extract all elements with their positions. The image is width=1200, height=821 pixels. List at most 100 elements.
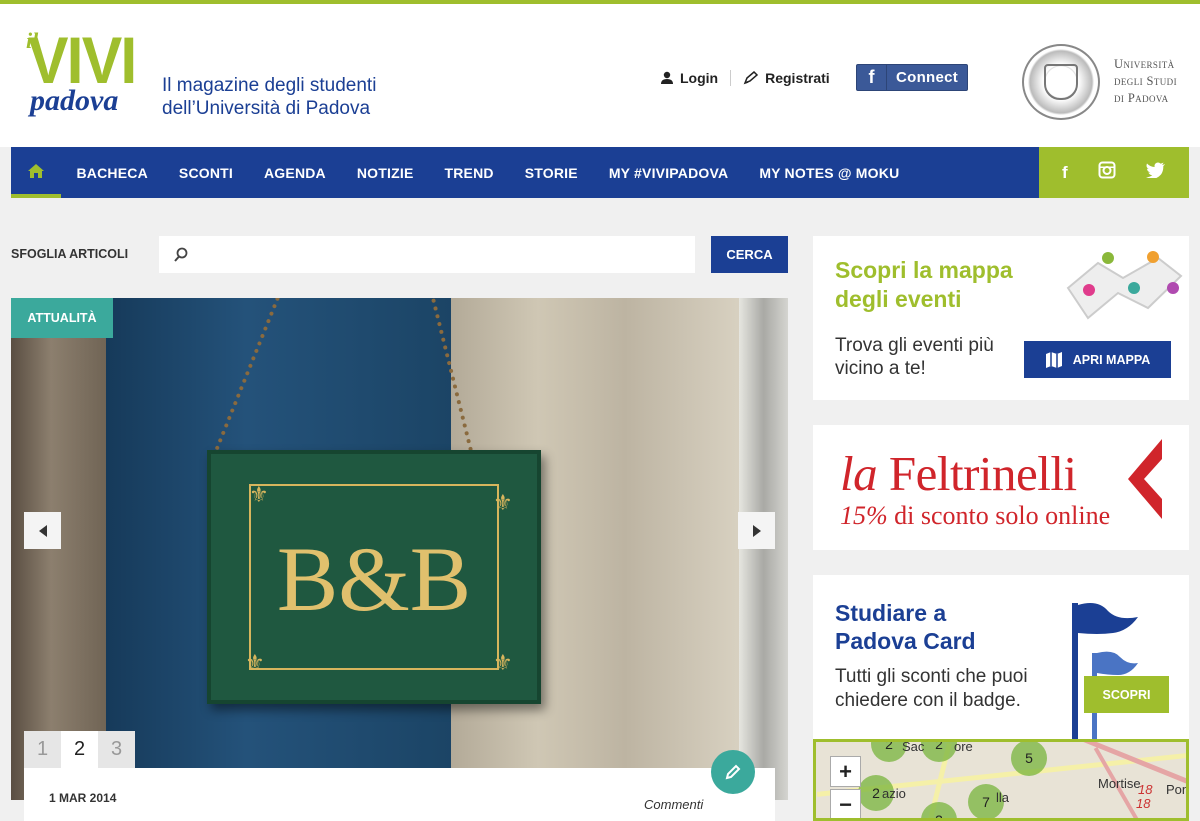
padova-card-title-line-1: Studiare a bbox=[835, 600, 947, 626]
user-links: Login Registrati bbox=[660, 70, 830, 86]
slider-pager: 1 2 3 bbox=[24, 731, 135, 768]
feltrinelli-promo-text: di sconto solo online bbox=[894, 501, 1111, 530]
map-cluster[interactable]: 5 bbox=[1011, 742, 1047, 776]
home-button[interactable] bbox=[11, 147, 61, 198]
padova-card-title: Studiare a Padova Card bbox=[835, 599, 976, 655]
map-label: ore bbox=[954, 739, 973, 754]
events-map[interactable]: 2 2 5 2 7 3 Sac ore Mortise azio lla 18 … bbox=[813, 739, 1189, 821]
feltrinelli-banner[interactable]: la Feltrinelli 15% di sconto solo online bbox=[813, 425, 1189, 550]
home-icon bbox=[28, 163, 44, 178]
arrow-left-icon bbox=[38, 524, 47, 537]
slider-prev-button[interactable] bbox=[24, 512, 61, 549]
hero-sign-text: B&B bbox=[276, 528, 472, 630]
events-map-subtitle: Trova gli eventi più vicino a te! bbox=[835, 335, 994, 379]
map-label: Pon bbox=[1166, 782, 1189, 797]
instagram-icon[interactable] bbox=[1098, 161, 1116, 184]
open-map-button[interactable]: APRI MAPPA bbox=[1024, 341, 1171, 378]
university-seal[interactable] bbox=[1022, 44, 1100, 120]
open-map-label: APRI MAPPA bbox=[1072, 352, 1151, 367]
nav-item-storie[interactable]: STORIE bbox=[509, 165, 593, 181]
university-line-2: degli Studi bbox=[1114, 74, 1177, 88]
slider-next-button[interactable] bbox=[738, 512, 775, 549]
search-box bbox=[159, 236, 695, 273]
events-map-panel: Scopri la mappa degli eventi Trova gli e… bbox=[813, 236, 1189, 400]
search-label: SFOGLIA ARTICOLI bbox=[11, 247, 129, 261]
user-icon bbox=[661, 71, 673, 84]
register-label: Registrati bbox=[765, 70, 830, 86]
feltrinelli-la: la bbox=[840, 446, 878, 501]
pencil-icon bbox=[725, 764, 741, 780]
events-map-title: Scopri la mappa degli eventi bbox=[835, 257, 1013, 312]
login-link[interactable]: Login bbox=[660, 70, 718, 86]
facebook-connect-label: Connect bbox=[896, 69, 959, 86]
nav-item-my-notes-moku[interactable]: MY NOTES @ MOKU bbox=[744, 165, 915, 181]
flag-icon bbox=[1072, 603, 1138, 743]
comment-button[interactable] bbox=[711, 750, 755, 794]
pager-item-active[interactable]: 2 bbox=[61, 731, 98, 768]
zoom-in-button[interactable]: + bbox=[830, 756, 861, 787]
search-icon bbox=[174, 247, 188, 262]
map-cluster[interactable]: 3 bbox=[921, 802, 957, 818]
pager-item[interactable]: 3 bbox=[98, 731, 135, 768]
feltrinelli-name: Feltrinelli bbox=[888, 446, 1077, 501]
fleur-icon: ⚜ bbox=[493, 650, 513, 675]
university-line-1: Università bbox=[1114, 57, 1175, 71]
map-label: lla bbox=[996, 790, 1010, 805]
nav-item-my-vivipadova[interactable]: MY #VIVIPADOVA bbox=[593, 165, 744, 181]
nav-item-sconti[interactable]: SCONTI bbox=[163, 165, 248, 181]
site-logo[interactable]: VIVI il padova bbox=[24, 23, 142, 128]
hero-frame-right bbox=[739, 298, 788, 800]
facebook-icon[interactable]: f bbox=[1062, 163, 1068, 183]
register-link[interactable]: Registrati bbox=[743, 70, 830, 86]
nav-item-trend[interactable]: TREND bbox=[429, 165, 509, 181]
map-label: azio bbox=[882, 786, 906, 801]
site-header: VIVI il padova Il magazine degli student… bbox=[0, 4, 1200, 147]
twitter-icon[interactable] bbox=[1145, 162, 1166, 183]
fleur-icon: ⚜ bbox=[493, 490, 513, 515]
map-cluster[interactable]: 2 bbox=[921, 742, 957, 762]
university-name[interactable]: Università degli Studi di Padova bbox=[1114, 56, 1177, 107]
padova-card-subtitle: Tutti gli sconti che puoi chiedere con i… bbox=[835, 666, 1028, 711]
map-label: 18 bbox=[1136, 796, 1151, 811]
divider bbox=[730, 70, 732, 86]
category-badge[interactable]: ATTUALITÀ bbox=[11, 298, 113, 338]
map-label: Sac bbox=[902, 739, 925, 754]
tagline-line-2: dell’Università di Padova bbox=[162, 98, 371, 119]
map-icon bbox=[1045, 351, 1062, 368]
logo-il: il bbox=[26, 28, 39, 53]
fleur-icon: ⚜ bbox=[245, 650, 265, 675]
map-label: 18 bbox=[1138, 782, 1153, 797]
article-date: 1 MAR 2014 bbox=[49, 791, 117, 805]
hero-sign: ⚜ ⚜ ⚜ ⚜ B&B bbox=[207, 450, 541, 704]
logo-padova: padova bbox=[30, 84, 119, 117]
feltrinelli-promo-pct: 15% bbox=[840, 501, 888, 530]
comments-link[interactable]: Commenti bbox=[644, 797, 703, 812]
search-button[interactable]: CERCA bbox=[711, 236, 788, 273]
discover-button[interactable]: SCOPRI bbox=[1084, 676, 1169, 713]
nav-item-bacheca[interactable]: BACHECA bbox=[61, 165, 163, 181]
zoom-out-button[interactable]: − bbox=[830, 789, 861, 818]
fleur-icon: ⚜ bbox=[249, 482, 269, 507]
padova-card-title-line-2: Padova Card bbox=[835, 628, 976, 654]
tagline-line-1: Il magazine degli studenti bbox=[162, 75, 377, 96]
feltrinelli-chevron-icon bbox=[1128, 439, 1162, 519]
search-input[interactable] bbox=[197, 237, 695, 272]
feltrinelli-promo: 15% di sconto solo online bbox=[840, 501, 1110, 531]
login-label: Login bbox=[680, 70, 719, 86]
map-label: Mortise bbox=[1098, 776, 1141, 791]
university-line-3: di Padova bbox=[1114, 91, 1169, 105]
facebook-connect-button[interactable]: f Connect bbox=[856, 64, 968, 91]
nav-item-agenda[interactable]: AGENDA bbox=[249, 165, 342, 181]
article-footer: 1 MAR 2014 Commenti bbox=[24, 768, 775, 821]
social-bar: f bbox=[1039, 147, 1189, 198]
pager-item[interactable]: 1 bbox=[24, 731, 61, 768]
nav-item-notizie[interactable]: NOTIZIE bbox=[341, 165, 429, 181]
pencil-icon bbox=[743, 71, 759, 85]
feltrinelli-logo: la Feltrinelli bbox=[840, 445, 1077, 502]
hero-image[interactable]: ⚜ ⚜ ⚜ ⚜ B&B bbox=[11, 298, 788, 800]
main-nav: BACHECA SCONTI AGENDA NOTIZIE TREND STOR… bbox=[11, 147, 1039, 198]
padova-card-panel: Studiare a Padova Card Tutti gli sconti … bbox=[813, 575, 1189, 743]
seal-emblem bbox=[1044, 64, 1078, 100]
facebook-icon: f bbox=[857, 65, 887, 90]
map-illustration-icon bbox=[1066, 251, 1183, 320]
